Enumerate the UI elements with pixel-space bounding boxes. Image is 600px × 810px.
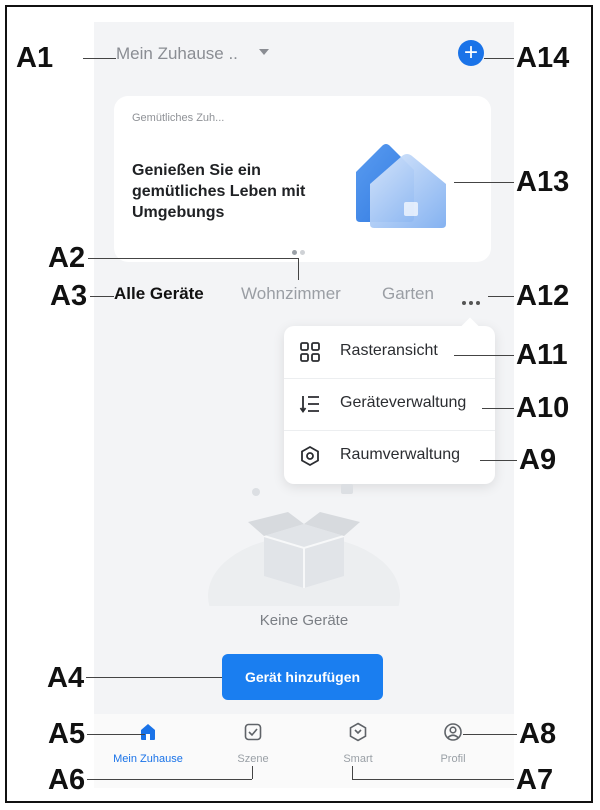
leader-line — [87, 779, 252, 780]
banner-headline: Genießen Sie ein gemütliches Leben mit U… — [132, 162, 306, 221]
leader-line — [454, 182, 514, 183]
room-tabs: Alle Geräte Wohnzimmer Garten — [94, 284, 514, 308]
tab-wohnzimmer[interactable]: Wohnzimmer — [241, 284, 341, 304]
leader-line — [90, 296, 114, 297]
leader-line — [352, 766, 353, 779]
page-dot — [300, 250, 305, 255]
nav-smart[interactable]: Smart — [313, 722, 403, 765]
banner-small-title: Gemütliches Zuh... — [132, 112, 225, 124]
plus-icon[interactable]: + — [458, 40, 484, 66]
callout-a10: A10 — [516, 392, 570, 424]
home-icon — [141, 724, 155, 740]
nav-label: Profil — [440, 753, 466, 765]
leader-line — [87, 734, 145, 735]
leader-line — [88, 258, 298, 259]
empty-state-text: Keine Geräte — [259, 612, 349, 629]
callout-a2: A2 — [48, 242, 86, 274]
leader-line — [352, 779, 514, 780]
callout-a14: A14 — [516, 42, 570, 74]
callout-a6: A6 — [48, 764, 86, 796]
nav-szene[interactable]: Szene — [208, 722, 298, 765]
menu-item-label: Rasteransicht — [340, 342, 438, 359]
callout-a3: A3 — [50, 280, 88, 312]
leader-line — [86, 677, 222, 678]
callout-a13: A13 — [516, 166, 570, 198]
nav-label: Szene — [237, 753, 269, 765]
menu-item-label: Raumverwaltung — [340, 446, 461, 463]
nav-label: Smart — [343, 753, 373, 765]
scene-checkbox-icon — [244, 723, 262, 741]
nav-mein-zuhause[interactable]: Mein Zuhause — [103, 722, 193, 765]
callout-a5: A5 — [48, 718, 86, 750]
menu-item-label: Geräteverwaltung — [340, 394, 467, 411]
banner-card[interactable]: Gemütliches Zuh... Genießen Sie ein gemü… — [114, 96, 491, 262]
callout-a7: A7 — [516, 764, 554, 796]
hexagon-settings-icon — [301, 445, 319, 467]
leader-line — [484, 58, 514, 59]
house-illustration — [356, 144, 446, 228]
nav-profil[interactable]: Profil — [408, 722, 498, 765]
profile-icon — [444, 723, 462, 741]
menu-item-raumverwaltung[interactable]: Raumverwaltung — [284, 430, 495, 482]
sort-list-icon — [299, 396, 319, 414]
smart-hexagon-icon — [349, 722, 367, 742]
more-menu: Rasteransicht Geräteverwaltung Raumverwa… — [284, 317, 495, 484]
leader-line — [252, 766, 253, 779]
tab-alle-geraete[interactable]: Alle Geräte — [114, 284, 204, 304]
leader-line — [454, 355, 514, 356]
more-dots-icon[interactable] — [462, 292, 483, 310]
menu-item-rasteransicht[interactable]: Rasteransicht — [284, 326, 495, 379]
home-selector[interactable]: Mein Zuhause .. — [116, 44, 238, 64]
grid-icon — [300, 342, 320, 362]
leader-line — [463, 734, 517, 735]
callout-a4: A4 — [47, 662, 85, 694]
callout-a12: A12 — [516, 280, 570, 312]
app-screen: Mein Zuhause .. + Gemütliches Zuh... Gen… — [94, 22, 514, 788]
bottom-nav: Mein Zuhause Szene Smart Profil — [94, 714, 514, 788]
caret-down-icon[interactable] — [259, 49, 269, 55]
callout-a1: A1 — [16, 42, 54, 74]
menu-item-geraeteverwaltung[interactable]: Geräteverwaltung — [284, 378, 495, 431]
empty-box-illustration — [208, 484, 400, 606]
callout-a8: A8 — [519, 718, 557, 750]
leader-line — [488, 296, 514, 297]
callout-a9: A9 — [519, 444, 557, 476]
add-device-button[interactable]: Gerät hinzufügen — [222, 654, 383, 700]
leader-line — [480, 460, 517, 461]
leader-line — [298, 258, 299, 280]
nav-label: Mein Zuhause — [113, 753, 183, 765]
page-dot-active — [292, 250, 297, 255]
leader-line — [83, 58, 116, 59]
tab-garten[interactable]: Garten — [382, 284, 434, 304]
leader-line — [482, 408, 514, 409]
callout-a11: A11 — [516, 339, 568, 371]
